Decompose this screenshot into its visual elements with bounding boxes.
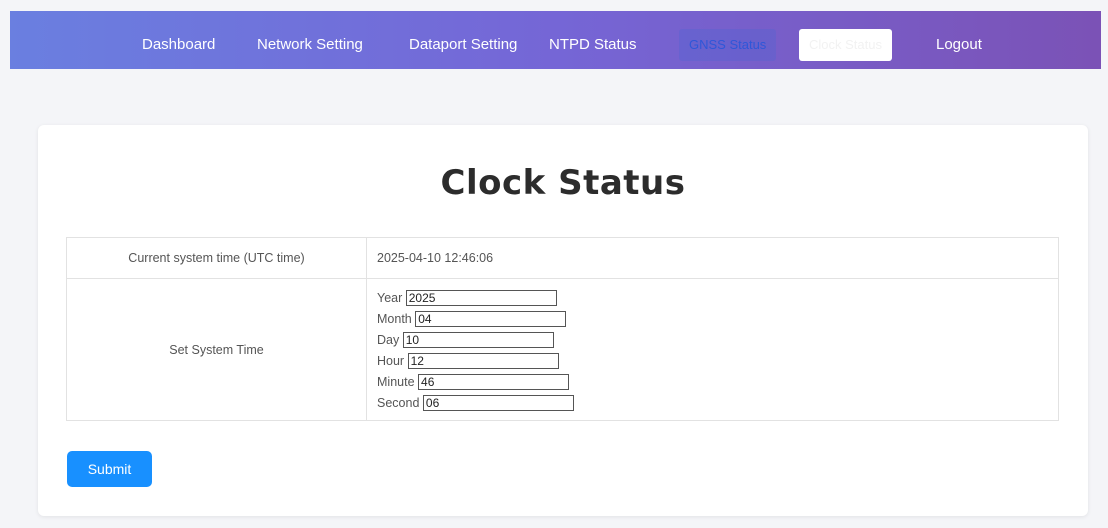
- minute-input[interactable]: [418, 374, 570, 391]
- current-time-value: 2025-04-10 12:46:06: [366, 237, 1059, 279]
- top-nav-bar: Dashboard Network Setting Dataport Setti…: [10, 11, 1101, 69]
- minute-label: Minute: [377, 374, 415, 389]
- month-label: Month: [377, 311, 412, 326]
- month-input[interactable]: [415, 311, 567, 328]
- nav-item-ntpd-status[interactable]: NTPD Status: [549, 29, 637, 61]
- second-row: Second: [377, 393, 1057, 414]
- page-title: Clock Status: [440, 163, 686, 203]
- second-label: Second: [377, 395, 420, 410]
- current-time-label: Current system time (UTC time): [66, 237, 367, 279]
- day-input[interactable]: [402, 332, 554, 349]
- nav-item-gnss-status[interactable]: GNSS Status: [679, 29, 777, 61]
- set-time-fields: Year Month Day Hour: [366, 278, 1059, 421]
- nav-item-clock-status-label: Clock Status: [809, 37, 882, 52]
- year-label: Year: [377, 290, 403, 305]
- nav-item-network-setting[interactable]: Network Setting: [257, 29, 363, 61]
- hour-row: Hour: [377, 351, 1057, 372]
- minute-row: Minute: [377, 372, 1057, 393]
- clock-status-table: Current system time (UTC time) 2025-04-1…: [66, 237, 1059, 421]
- page: Dashboard Network Setting Dataport Setti…: [0, 0, 1108, 528]
- clock-status-card: Clock Status Current system time (UTC ti…: [38, 125, 1088, 516]
- nav-item-dataport-setting[interactable]: Dataport Setting: [409, 29, 517, 61]
- table-row: Current system time (UTC time) 2025-04-1…: [66, 237, 1059, 279]
- nav-item-dashboard[interactable]: Dashboard: [142, 29, 215, 61]
- nav-item-logout[interactable]: Logout: [936, 29, 982, 61]
- nav-item-clock-status[interactable]: Clock Status: [799, 29, 892, 61]
- year-row: Year: [377, 288, 1057, 309]
- hour-label: Hour: [377, 353, 405, 368]
- month-row: Month: [377, 309, 1057, 330]
- hour-input[interactable]: [407, 353, 559, 370]
- second-input[interactable]: [422, 395, 574, 412]
- year-input[interactable]: [405, 290, 557, 307]
- day-label: Day: [377, 332, 400, 347]
- table-row: Set System Time Year Month Day: [66, 278, 1059, 421]
- submit-button[interactable]: Submit: [67, 451, 152, 487]
- set-system-time-label: Set System Time: [66, 278, 367, 421]
- day-row: Day: [377, 330, 1057, 351]
